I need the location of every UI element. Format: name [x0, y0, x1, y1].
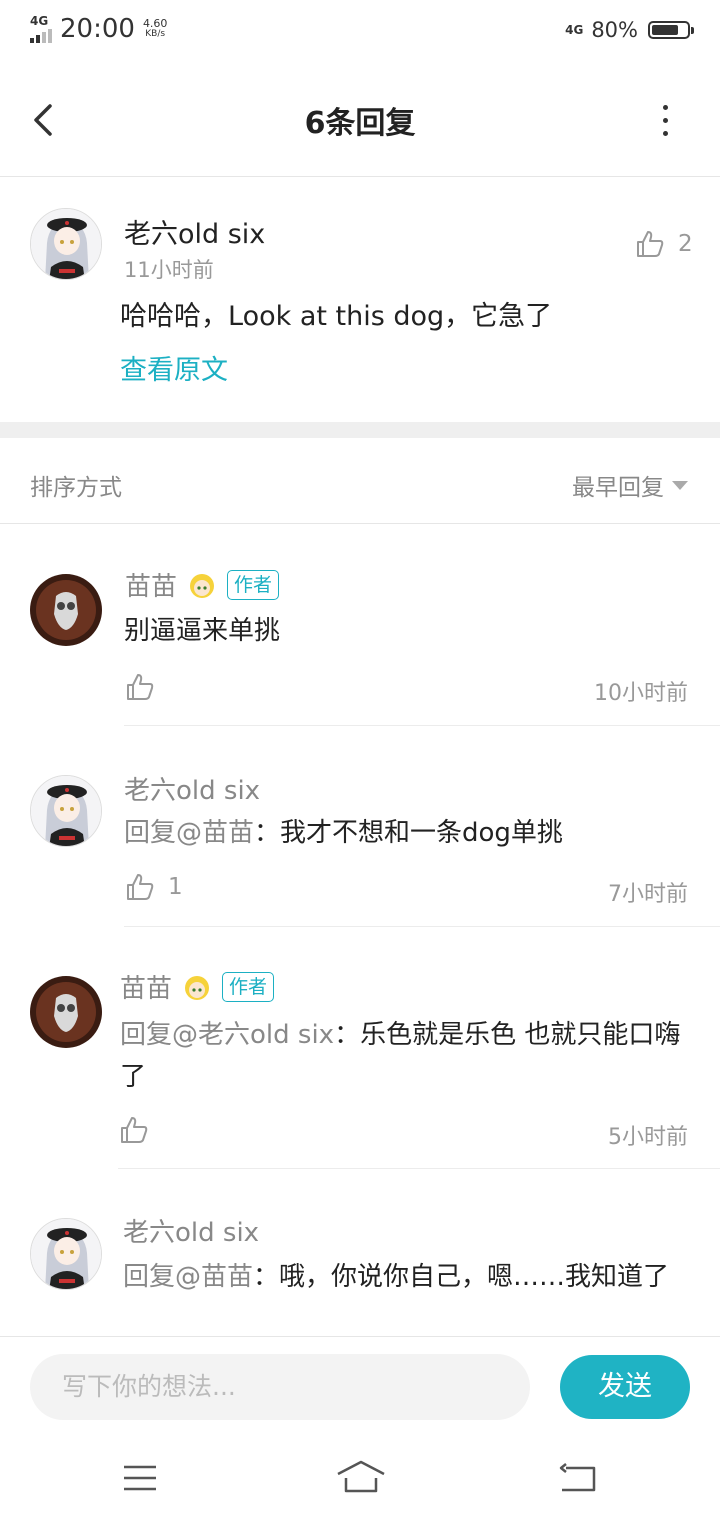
clock: 20:00 — [60, 14, 135, 44]
divider — [124, 926, 720, 927]
network-type: 4G — [30, 14, 49, 28]
page-title: 6条回复 — [304, 106, 416, 141]
divider — [124, 725, 720, 726]
avatar[interactable] — [30, 775, 102, 847]
status-right: 4G 80% — [565, 18, 694, 42]
view-original-link[interactable]: 查看原文 — [120, 348, 228, 387]
reply-author[interactable]: 老六old six — [124, 770, 260, 807]
avatar-girl-icon — [31, 776, 101, 846]
avatar[interactable] — [30, 1218, 102, 1290]
reply-author[interactable]: 老六old six — [123, 1212, 259, 1249]
comment-text: 哈哈哈，Look at this dog，它急了 — [120, 301, 553, 332]
divider — [0, 176, 720, 177]
like-button[interactable]: 1 — [126, 873, 183, 901]
reply-author[interactable]: 苗苗 — [125, 566, 177, 603]
like-count: 1 — [168, 874, 183, 900]
author-name[interactable]: 老六old six — [124, 212, 265, 251]
network-type-right: 4G — [565, 23, 584, 37]
author-badge: 作者 — [222, 971, 275, 1002]
reply-header: 苗苗 作者 — [120, 968, 275, 1005]
avatar[interactable] — [30, 208, 102, 280]
caret-down-icon — [672, 480, 688, 490]
divider — [0, 523, 720, 524]
like-button[interactable] — [120, 1116, 148, 1148]
signal-icon — [30, 29, 52, 43]
reply-time: 7小时前 — [608, 882, 688, 907]
divider — [0, 1336, 720, 1337]
reply-mention[interactable]: 回复@苗苗 — [123, 1262, 253, 1292]
send-button[interactable]: 发送 — [560, 1355, 690, 1419]
sort-label: 排序方式 — [30, 475, 122, 501]
sort-dropdown[interactable]: 最早回复 — [572, 468, 688, 502]
more-vertical-icon — [662, 104, 668, 110]
avatar-mask-icon — [30, 574, 102, 646]
thumbs-up-icon — [121, 1117, 148, 1143]
battery-percent: 80% — [591, 18, 638, 42]
like-button[interactable] — [126, 673, 154, 705]
avatar[interactable] — [30, 574, 102, 646]
reply-author[interactable]: 苗苗 — [120, 968, 172, 1005]
reply-header: 苗苗 作者 — [125, 566, 280, 603]
avatar-girl-icon — [31, 209, 101, 279]
thumbs-up-icon — [127, 874, 154, 900]
avatar-girl-icon — [31, 1219, 101, 1289]
reply-text: 回复@老六old six：乐色就是乐色 也就只能口嗨了 — [120, 1020, 681, 1092]
reply-mention[interactable]: 回复@老六old six — [120, 1020, 334, 1050]
like-count: 2 — [678, 231, 693, 257]
thumbs-up-icon — [127, 674, 154, 700]
comment-input[interactable]: 写下你的想法... — [30, 1354, 530, 1420]
reply-text: 回复@苗苗：我才不想和一条dog单挑 — [124, 818, 563, 848]
reply-mention[interactable]: 回复@苗苗 — [124, 818, 254, 848]
menu-icon[interactable] — [122, 1464, 158, 1496]
reply-text: 别逼逼来单挑 — [124, 616, 281, 646]
avatar[interactable] — [30, 976, 102, 1048]
back-icon[interactable] — [558, 1462, 598, 1498]
status-left: 4G 20:00 4.60 KB/s — [30, 14, 167, 44]
battery-icon — [648, 21, 694, 39]
author-badge: 作者 — [227, 569, 280, 600]
reply-time: 5小时前 — [608, 1125, 688, 1150]
more-button[interactable] — [650, 100, 680, 140]
section-divider — [0, 422, 720, 438]
like-button[interactable]: 2 — [636, 230, 693, 258]
reply-time: 10小时前 — [594, 681, 688, 706]
level-emoji-icon — [190, 573, 215, 598]
net-speed: 4.60 KB/s — [142, 17, 168, 39]
thumbs-up-icon — [637, 231, 664, 257]
avatar-mask-icon — [30, 976, 102, 1048]
level-emoji-icon — [185, 975, 210, 1000]
home-icon[interactable] — [336, 1458, 386, 1498]
divider — [118, 1168, 720, 1169]
reply-text: 回复@苗苗：哦，你说你自己，嗯……我知道了 — [123, 1262, 670, 1292]
comment-time: 11小时前 — [124, 258, 214, 282]
status-bar: 4G 20:00 4.60 KB/s 4G 80% — [0, 0, 720, 66]
sort-selected: 最早回复 — [572, 475, 664, 501]
